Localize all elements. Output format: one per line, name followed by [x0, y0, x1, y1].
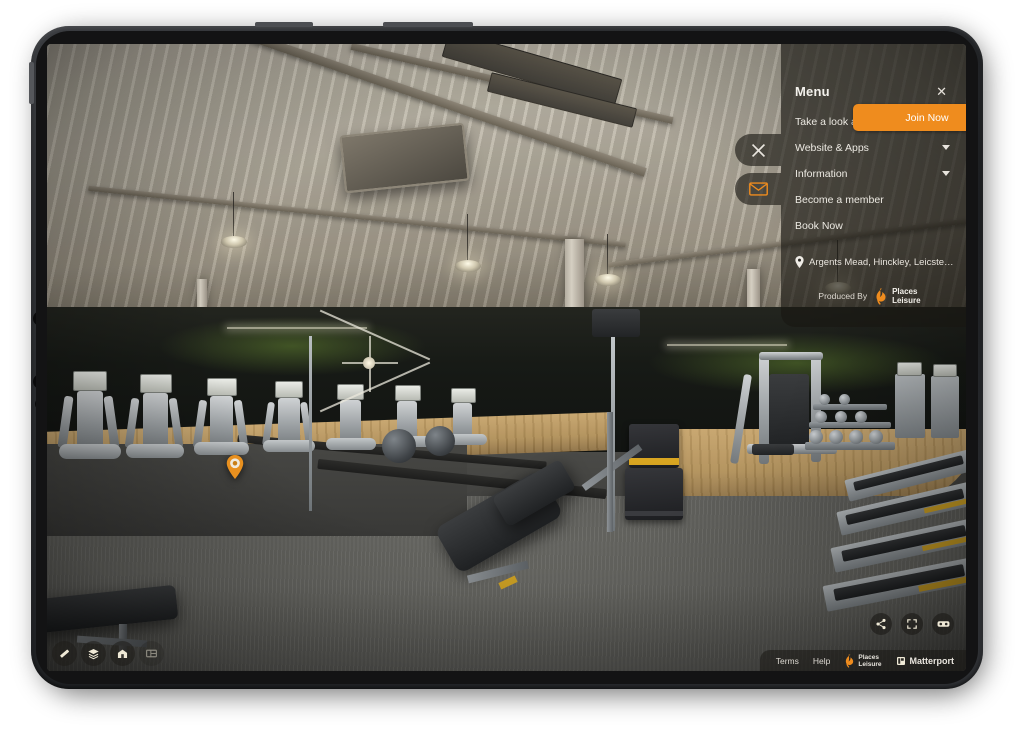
floorplan-view-icon: [146, 649, 157, 658]
places-leisure-logo[interactable]: Places Leisure: [874, 287, 921, 305]
wall-light-strip-1: [227, 327, 367, 329]
viewer-controls: [870, 613, 954, 635]
footer-brand-line-1: Places: [858, 653, 879, 661]
light-wire-1: [233, 192, 234, 238]
location-pin-icon[interactable]: [226, 455, 244, 479]
tablet-screen: Menu ✕ Take a look around Website & Apps…: [47, 44, 966, 671]
fullscreen-button[interactable]: [901, 613, 923, 635]
footer-places-leisure-logo[interactable]: Places Leisure: [844, 654, 882, 668]
viewer-footer: Terms Help Places Leisure Matterport: [759, 650, 966, 671]
join-now-button[interactable]: Join Now: [853, 104, 966, 131]
dumbbell-1: [809, 430, 823, 444]
produced-by-label: Produced By: [818, 291, 868, 301]
pendant-light-2: [455, 260, 481, 272]
panel-contact-tab[interactable]: [735, 173, 781, 205]
dumbbell-6: [835, 411, 847, 423]
share-icon: [876, 618, 886, 630]
address-row: Argents Mead, Hinckley, Leicste…: [781, 253, 966, 271]
menu-item-information[interactable]: Information: [781, 162, 966, 185]
dumbbell-5: [815, 411, 827, 423]
floor-layers-icon: [88, 648, 99, 660]
plyo-box-lower: [625, 468, 683, 520]
measurement-tool-button[interactable]: [52, 641, 77, 666]
pendant-light-1: [221, 236, 247, 248]
dumbbell-9: [839, 394, 850, 405]
device-button-top-left[interactable]: [255, 22, 313, 27]
treadmill-back-1: [895, 374, 925, 438]
produced-by-row: Produced By Places Leisure: [781, 287, 966, 305]
light-wire-3: [607, 234, 608, 276]
envelope-icon: [748, 182, 768, 196]
measurement-tool-icon: [60, 649, 70, 658]
matterport-label: Matterport: [909, 655, 955, 666]
share-button[interactable]: [870, 613, 892, 635]
device-button-top-right[interactable]: [383, 22, 473, 27]
menu-item-website-and-apps[interactable]: Website & Apps: [781, 136, 966, 159]
pole-left: [309, 336, 312, 511]
exercise-ball-2: [425, 426, 455, 456]
matterport-logo-icon: [896, 656, 905, 665]
dumbbell-4: [869, 430, 883, 444]
help-link[interactable]: Help: [813, 656, 830, 666]
exercise-ball-1: [382, 429, 416, 463]
wall-green-glow-1: [157, 316, 427, 376]
brand-line-1: Places: [892, 287, 918, 296]
menu-item-label: Become a member: [795, 193, 884, 206]
dumbbell-2: [829, 430, 843, 444]
brand-line-2: Leisure: [892, 296, 921, 305]
vr-goggles-icon: [937, 621, 949, 627]
dollhouse-view-icon: [117, 649, 128, 659]
light-wire-2: [467, 214, 468, 262]
treadmill-console-2: [933, 364, 957, 377]
vr-mode-button[interactable]: [932, 613, 954, 635]
places-leisure-mark-icon: [876, 288, 886, 305]
panel-close-tab[interactable]: [735, 134, 781, 166]
matterport-branding[interactable]: Matterport: [896, 655, 955, 666]
floor-layers-button[interactable]: [81, 641, 106, 666]
places-leisure-mark-icon: [846, 654, 854, 668]
dumbbell-8: [819, 394, 830, 405]
treadmill-console-1: [897, 362, 922, 376]
venue-address: Argents Mead, Hinckley, Leicste…: [809, 256, 954, 268]
footer-brand-line-2: Leisure: [858, 660, 882, 668]
menu-item-book-now[interactable]: Book Now: [781, 214, 966, 237]
menu-close-icon[interactable]: ✕: [933, 83, 950, 100]
places-leisure-wordmark: Places Leisure: [892, 287, 920, 305]
wall-monitor: [592, 309, 640, 337]
menu-item-label: Website & Apps: [795, 141, 869, 154]
treadmill-back-2: [931, 376, 959, 438]
footer-brand-wordmark: Places Leisure: [858, 654, 881, 668]
menu-item-label: Information: [795, 167, 848, 180]
floorplan-view-button[interactable]: [139, 641, 164, 666]
menu-title: Menu: [795, 83, 830, 99]
pendant-light-3: [595, 274, 621, 286]
dollhouse-view-button[interactable]: [110, 641, 135, 666]
device-button-side[interactable]: [29, 62, 34, 104]
menu-panel: Menu ✕ Take a look around Website & Apps…: [781, 44, 966, 327]
chevron-down-icon[interactable]: [942, 171, 950, 176]
close-icon: [751, 143, 765, 157]
viewer-toolbar: [52, 641, 164, 666]
terms-link[interactable]: Terms: [776, 656, 799, 666]
dumbbell-7: [855, 411, 867, 423]
menu-item-label: Book Now: [795, 219, 843, 232]
menu-header: Menu ✕: [781, 80, 966, 102]
menu-item-become-a-member[interactable]: Become a member: [781, 188, 966, 211]
dumbbell-3: [849, 430, 863, 444]
screenshot-root: Menu ✕ Take a look around Website & Apps…: [0, 0, 1024, 738]
chevron-down-icon[interactable]: [942, 145, 950, 150]
fullscreen-icon: [907, 619, 917, 629]
map-pin-icon: [795, 256, 804, 268]
wall-light-strip-2: [667, 344, 787, 346]
